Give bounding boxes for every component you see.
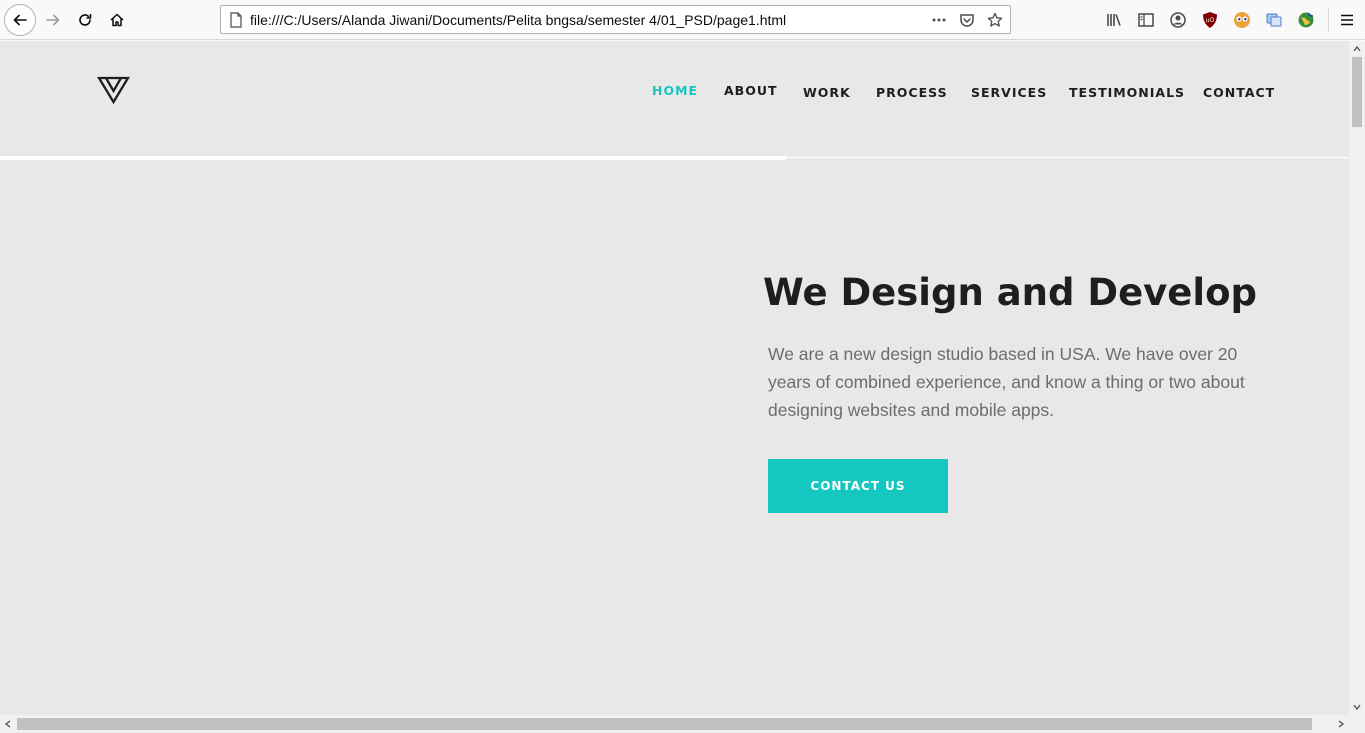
account-icon[interactable] [1168,10,1188,30]
hero-description: We are a new design studio based in USA.… [768,344,1245,420]
extension-translate-icon[interactable] [1264,10,1284,30]
library-icon[interactable] [1104,10,1124,30]
ublock-icon[interactable]: uO [1200,10,1220,30]
reload-icon [79,14,92,26]
vertical-scroll-thumb[interactable] [1352,57,1362,127]
nav-work[interactable]: WORK [803,85,851,100]
scroll-up-arrow-icon[interactable] [1353,45,1361,53]
svg-text:uO: uO [1206,17,1215,24]
back-button[interactable] [4,4,36,36]
home-button[interactable] [101,4,133,36]
nav-about[interactable]: ABOUT [724,83,778,98]
reload-button[interactable] [69,4,101,36]
forward-button[interactable] [37,4,69,36]
forward-arrow-icon [46,14,60,26]
nav-contact[interactable]: CONTACT [1203,85,1275,100]
horizontal-scroll-thumb[interactable] [17,718,1312,730]
vertical-scrollbar[interactable] [1349,41,1365,715]
back-arrow-icon [13,14,27,26]
nav-services[interactable]: SERVICES [971,85,1047,100]
extension-eyes-icon[interactable] [1232,10,1252,30]
scroll-right-arrow-icon[interactable] [1337,720,1345,728]
url-bar[interactable]: file:///C:/Users/Alanda Jiwani/Documents… [220,5,1011,34]
bookmark-star-icon[interactable] [986,11,1004,29]
scroll-left-arrow-icon[interactable] [4,720,12,728]
horizontal-scrollbar[interactable] [0,715,1349,733]
site-logo[interactable] [97,76,130,104]
nav-process[interactable]: PROCESS [876,85,948,100]
pocket-icon[interactable] [958,11,976,29]
scrollbar-corner [1349,715,1365,733]
hero-title: We Design and Develop [763,271,1257,314]
page-viewport: HOME ABOUT WORK PROCESS SERVICES TESTIMO… [0,41,1349,715]
nav-testimonials[interactable]: TESTIMONIALS [1069,85,1185,100]
browser-toolbar: file:///C:/Users/Alanda Jiwani/Documents… [0,0,1365,40]
extension-globe-icon[interactable] [1296,10,1316,30]
url-text[interactable]: file:///C:/Users/Alanda Jiwani/Documents… [250,12,930,28]
home-icon [110,13,124,27]
contact-us-button[interactable]: CONTACT US [768,459,948,513]
site-header: HOME ABOUT WORK PROCESS SERVICES TESTIMO… [0,41,1349,156]
header-divider-thin [786,157,1349,158]
toolbar-divider [1328,8,1329,32]
more-actions-icon[interactable] [930,11,948,29]
nav-home[interactable]: HOME [652,83,698,98]
header-divider [0,156,786,160]
page-icon [230,11,242,28]
scroll-down-arrow-icon[interactable] [1353,703,1361,711]
menu-icon[interactable] [1337,10,1357,30]
sidebar-icon[interactable] [1136,10,1156,30]
